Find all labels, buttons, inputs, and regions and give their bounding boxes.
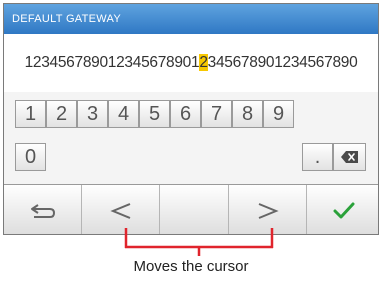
cursor-annotation-bracket [124, 228, 274, 256]
annotation-caption: Moves the cursor [133, 258, 249, 275]
